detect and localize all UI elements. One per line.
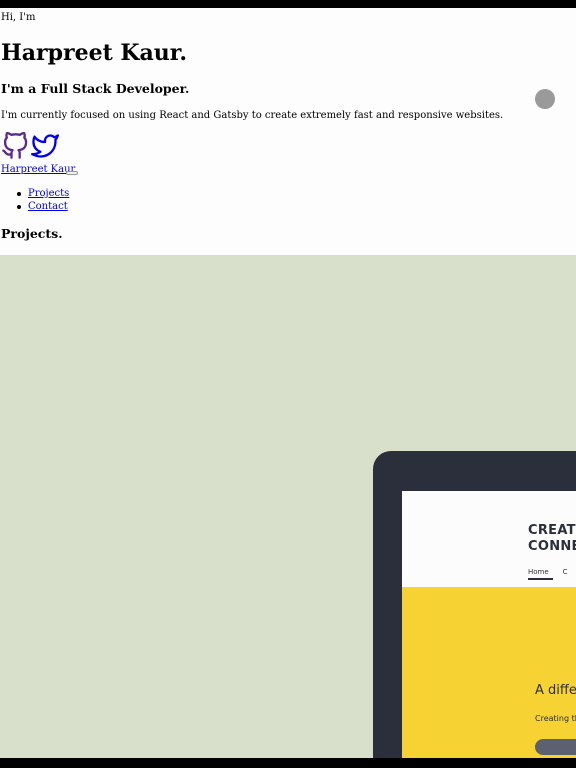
github-icon	[2, 132, 28, 159]
nav-item-contact: Contact	[0, 200, 69, 213]
preview-hero-heading: A diffe	[535, 683, 576, 698]
twitter-link[interactable]	[31, 132, 59, 160]
top-black-bar	[0, 0, 576, 8]
hero-focus-text: I'm currently focused on using React and…	[1, 110, 504, 121]
tablet-screen: CREATI CONNE Home C A diffe Creating the…	[402, 491, 576, 758]
menu-toggle-button[interactable]	[66, 171, 78, 175]
hero-name: Harpreet Kaur.	[1, 40, 188, 66]
preview-hero-band: A diffe Creating the world	[402, 587, 576, 758]
bottom-black-bar	[0, 758, 576, 768]
project-preview-card[interactable]: CREATI CONNE Home C A diffe Creating the…	[0, 255, 576, 758]
preview-site-title: CREATI CONNE	[528, 523, 576, 554]
hero-role: I'm a Full Stack Developer.	[1, 81, 190, 96]
hero-greeting: Hi, I'm	[1, 12, 36, 23]
nav-link-contact[interactable]: Contact	[28, 201, 68, 212]
nav-link-projects[interactable]: Projects	[28, 188, 69, 199]
twitter-icon	[31, 134, 59, 158]
preview-nav-item: C	[562, 568, 568, 576]
github-link[interactable]	[1, 132, 29, 160]
preview-hero-button	[535, 739, 576, 755]
social-links	[1, 132, 59, 160]
preview-site-nav: Home C	[528, 568, 568, 580]
projects-heading: Projects.	[1, 226, 63, 241]
brand-link[interactable]: Harpreet Kaur	[1, 163, 75, 176]
preview-hero-text: Creating the world	[535, 714, 576, 723]
preview-nav-home: Home	[528, 568, 553, 580]
nav-list: Projects Contact	[0, 187, 69, 213]
loading-indicator	[535, 89, 555, 109]
nav-item-projects: Projects	[0, 187, 69, 200]
